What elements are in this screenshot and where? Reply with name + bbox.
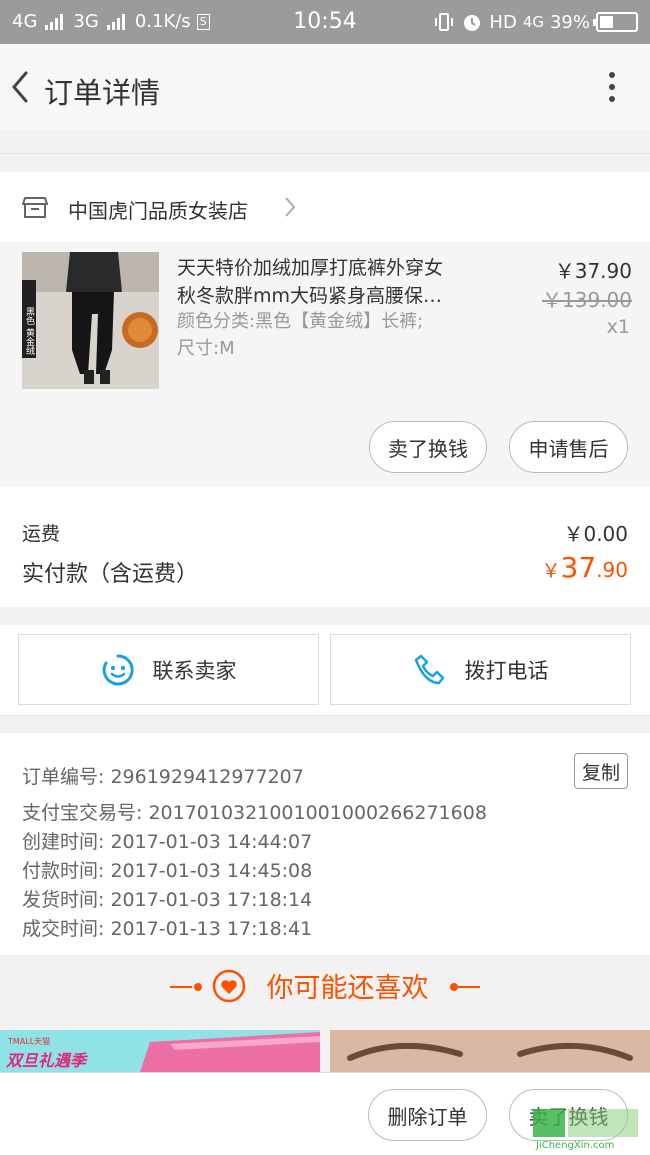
- page-title: 订单详情: [44, 76, 161, 110]
- site-watermark: JiChengXin.com: [530, 1105, 646, 1151]
- back-arrow-icon[interactable]: [6, 67, 34, 107]
- alipay-number: 支付宝交易号: 2017010321001001000266271608: [22, 802, 487, 824]
- paid-currency: ￥: [541, 560, 561, 582]
- divider: [0, 715, 650, 716]
- chevron-right-icon: [285, 197, 296, 217]
- recommend-item-2[interactable]: [330, 1030, 650, 1072]
- call-label: 拨打电话: [464, 658, 549, 683]
- product-title: 天天特价加绒加厚打底裤外穿女 秋冬款胖mm大码紧身高腰保…: [177, 254, 492, 310]
- contact-section: 联系卖家 拨打电话: [0, 625, 650, 715]
- product-original-price: ￥139.00: [542, 288, 632, 312]
- paid-integer: 37: [560, 551, 597, 584]
- promo-text: 双旦礼遇季: [5, 1051, 89, 1070]
- completed-time: 成交时间: 2017-01-13 17:18:41: [22, 918, 313, 940]
- product-title-line1: 天天特价加绒加厚打底裤外穿女: [177, 257, 444, 279]
- delete-order-button[interactable]: 删除订单: [368, 1089, 487, 1141]
- chat-bot-icon: [102, 653, 134, 685]
- paid-decimal: .90: [596, 558, 628, 582]
- network-label-3: 4G: [522, 13, 544, 31]
- nav-bar: 订单详情: [0, 44, 650, 130]
- copy-button[interactable]: 复制: [574, 753, 628, 789]
- decor-dash: [458, 986, 480, 988]
- divider: [0, 153, 650, 154]
- shop-row[interactable]: 中国虎门品质女装店: [0, 172, 650, 242]
- contact-seller-label: 联系卖家: [152, 658, 237, 683]
- shipping-value: ￥0.00: [563, 522, 628, 546]
- product-thumbnail: 黑色 黄金绒: [22, 252, 159, 389]
- recommend-header: 你可能还喜欢: [0, 955, 650, 1019]
- vibrate-icon: [435, 13, 454, 31]
- order-number: 订单编号: 2961929412977207: [22, 766, 304, 788]
- order-info: 订单编号: 2961929412977207 复制 支付宝交易号: 201701…: [0, 733, 650, 955]
- after-sale-button[interactable]: 申请售后: [509, 421, 628, 473]
- fee-summary: 运费 ￥0.00 实付款（含运费） ￥37.90: [0, 487, 650, 607]
- more-menu-icon[interactable]: [604, 72, 620, 106]
- product-quantity: x1: [606, 316, 630, 338]
- tmall-brand: TMALL天猫: [7, 1036, 50, 1046]
- recommend-title: 你可能还喜欢: [266, 973, 429, 1004]
- created-time: 创建时间: 2017-01-03 14:44:07: [22, 831, 313, 853]
- hd-label: HD: [489, 11, 517, 33]
- product-price: ￥37.90: [554, 259, 632, 283]
- call-button[interactable]: 拨打电话: [330, 634, 631, 705]
- battery-fill: [600, 16, 614, 28]
- shipping-label: 运费: [22, 523, 61, 545]
- paid-time: 付款时间: 2017-01-03 14:45:08: [22, 860, 313, 882]
- product-attr-line1: 颜色分类:黑色【黄金绒】长裤;: [177, 311, 424, 332]
- alarm-icon: [464, 15, 481, 31]
- product-attributes: 颜色分类:黑色【黄金绒】长裤; 尺寸:M: [177, 308, 492, 362]
- product-title-line2: 秋冬款胖mm大码紧身高腰保…: [177, 285, 443, 307]
- contact-seller-button[interactable]: 联系卖家: [18, 634, 319, 705]
- paid-amount: ￥37.90: [542, 551, 628, 584]
- phone-icon: [414, 654, 444, 684]
- battery-percent: 39%: [549, 11, 590, 33]
- status-right: HD 4G 39%: [433, 11, 638, 33]
- battery-icon: [593, 12, 638, 32]
- sell-button[interactable]: 卖了换钱: [369, 421, 487, 473]
- product-item[interactable]: 黑色 黄金绒 天天特价加绒加厚打底裤外穿女 秋冬款胖mm大码紧身高腰保… 颜色分…: [0, 242, 650, 487]
- decor-dot: [450, 983, 458, 991]
- store-icon: [22, 197, 48, 218]
- watermark-text: JiChengXin.com: [535, 1140, 614, 1151]
- product-attr-line2: 尺寸:M: [177, 338, 235, 359]
- shop-name: 中国虎门品质女装店: [68, 199, 248, 223]
- status-bar: 4G 3G 0.1K/s S 10:54 HD 4G 39%: [0, 0, 650, 44]
- paid-label: 实付款（含运费）: [22, 562, 199, 587]
- recommend-item-1[interactable]: TMALL天猫 双旦礼遇季: [0, 1030, 320, 1072]
- thumbnail-label: 黑色 黄金绒: [24, 307, 35, 356]
- shipped-time: 发货时间: 2017-01-03 17:18:14: [22, 889, 313, 911]
